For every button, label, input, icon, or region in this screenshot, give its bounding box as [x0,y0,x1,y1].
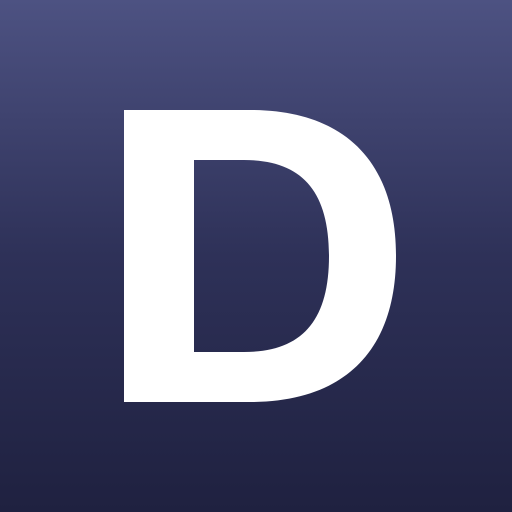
app-icon: D [0,0,512,512]
letter-d-glyph: D [124,110,396,402]
